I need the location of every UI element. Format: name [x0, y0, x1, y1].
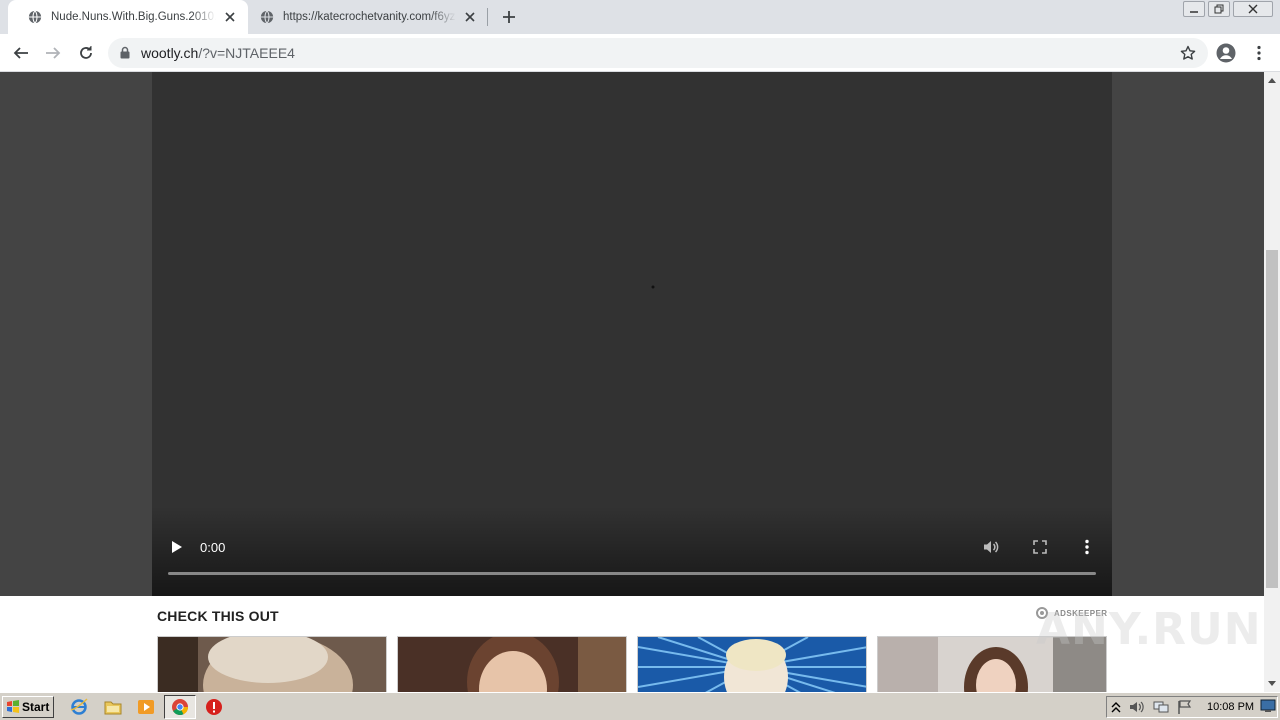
tray-expand-icon[interactable] [1111, 701, 1121, 713]
recommendations-title: CHECK THIS OUT [157, 608, 279, 624]
scroll-up-button[interactable] [1264, 72, 1280, 88]
fullscreen-icon [1033, 540, 1047, 554]
anyrun-watermark: ANY.RUN [1036, 604, 1262, 655]
more-vertical-icon [1085, 539, 1089, 555]
more-vertical-icon [1257, 45, 1261, 61]
play-button[interactable] [168, 538, 186, 556]
globe-icon [260, 10, 274, 24]
close-tab-icon[interactable] [222, 9, 238, 25]
close-tab-icon[interactable] [462, 9, 478, 25]
volume-icon [984, 541, 999, 553]
warning-app-icon[interactable] [205, 698, 223, 716]
recommendation-card[interactable] [637, 636, 867, 692]
internet-explorer-icon[interactable] [70, 698, 88, 716]
restore-icon [1214, 4, 1224, 14]
caret-down-icon [1268, 681, 1276, 686]
reload-icon [80, 46, 92, 59]
minimize-button[interactable] [1183, 1, 1205, 17]
taskbar-clock[interactable]: 10:08 PM [1207, 701, 1254, 713]
action-center-flag-icon[interactable] [1177, 700, 1193, 714]
tab-nude-nuns[interactable]: Nude.Nuns.With.Big.Guns.2010.720 [8, 0, 248, 34]
profile-button[interactable] [1213, 40, 1239, 66]
card-thumbnail [638, 637, 866, 692]
play-icon [172, 541, 182, 553]
card-thumbnail [158, 637, 386, 692]
fullscreen-button[interactable] [1031, 538, 1049, 559]
globe-icon [28, 10, 42, 24]
chrome-icon [172, 699, 188, 715]
recommendation-card[interactable] [397, 636, 627, 692]
url-host: wootly.ch [141, 45, 199, 61]
caret-up-icon [1268, 78, 1276, 83]
arrow-right-icon [46, 47, 61, 59]
page-scrollbar[interactable] [1264, 72, 1280, 692]
close-window-button[interactable] [1233, 1, 1273, 17]
start-button[interactable]: Start [2, 696, 54, 718]
scrollbar-thumb[interactable] [1266, 250, 1278, 588]
address-bar[interactable]: wootly.ch/?v=NJTAEEE4 [108, 38, 1208, 68]
time-display: 0:00 [200, 540, 226, 555]
tab-title: https://katecrochetvanity.com/f6yz [283, 11, 456, 23]
tab-separator [487, 8, 488, 26]
browser-menu-button[interactable] [1246, 40, 1272, 66]
network-tray-icon[interactable] [1153, 700, 1169, 714]
restore-button[interactable] [1208, 1, 1230, 17]
reload-button[interactable] [73, 40, 99, 66]
lock-icon[interactable] [120, 46, 130, 59]
back-button[interactable] [8, 40, 34, 66]
url-path: /?v=NJTAEEE4 [198, 45, 295, 61]
windows-taskbar: Start 10:08 PM [0, 692, 1280, 720]
page-content: 0:00 CHECK THIS OUT ADSKEEPER [0, 72, 1264, 692]
url-text[interactable]: wootly.ch/?v=NJTAEEE4 [141, 45, 295, 61]
plus-icon [503, 11, 515, 23]
bookmark-star-icon[interactable] [1180, 45, 1196, 61]
system-tray: 10:08 PM [1106, 696, 1278, 718]
card-thumbnail [398, 637, 626, 692]
recommendation-card[interactable] [157, 636, 387, 692]
windows-flag-icon [7, 700, 19, 713]
volume-button[interactable] [982, 538, 1000, 559]
cursor-dot-icon [651, 285, 655, 289]
tab-title: Nude.Nuns.With.Big.Guns.2010.720 [51, 11, 216, 23]
new-tab-button[interactable] [498, 6, 520, 28]
close-icon [1248, 4, 1258, 14]
start-label: Start [22, 700, 50, 714]
scroll-down-button[interactable] [1264, 676, 1280, 692]
player-more-button[interactable] [1078, 538, 1096, 559]
media-player-icon[interactable] [137, 698, 155, 716]
forward-button[interactable] [40, 40, 66, 66]
arrow-left-icon [13, 47, 28, 59]
tab-katecrochetvanity[interactable]: https://katecrochetvanity.com/f6yz [240, 0, 488, 34]
video-player[interactable]: 0:00 [152, 72, 1112, 596]
tab-strip: Nude.Nuns.With.Big.Guns.2010.720 https:/… [0, 0, 1280, 34]
folder-icon[interactable] [104, 698, 122, 716]
volume-tray-icon[interactable] [1129, 700, 1145, 714]
seek-bar[interactable] [168, 572, 1096, 575]
show-desktop-icon[interactable] [1260, 699, 1276, 713]
account-icon [1216, 43, 1236, 63]
browser-toolbar: wootly.ch/?v=NJTAEEE4 [0, 34, 1280, 72]
minimize-icon [1190, 11, 1198, 13]
controls-gradient [152, 506, 1112, 596]
taskbar-chrome-button[interactable] [164, 695, 196, 719]
